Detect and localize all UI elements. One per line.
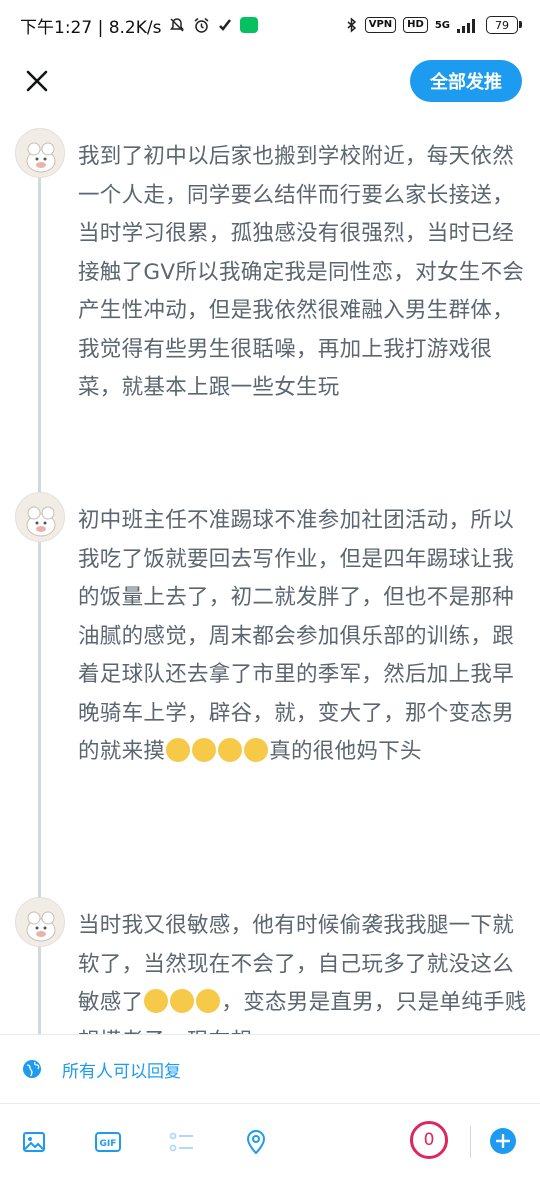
poll-icon: [169, 1132, 193, 1152]
compose-toolbar: GIF 0: [0, 1104, 540, 1180]
avatar: [15, 128, 65, 178]
grinning-sweat-emoji: [192, 738, 217, 762]
svg-text:GIF: GIF: [100, 1139, 117, 1149]
toolbar-divider: [470, 1126, 471, 1158]
vpn-indicator: VPN: [364, 17, 397, 33]
plus-icon: [496, 1134, 510, 1148]
tweet-2-text-part2: 真的很他妈下头: [269, 739, 422, 764]
alarm-icon: [193, 17, 210, 34]
grinning-sweat-emoji: [218, 738, 243, 762]
tweet-text-3[interactable]: 当时我又很敏感，他有时候偷袭我我腿一下就软了，当然现在不会了，自己玩多了就没这么…: [78, 907, 528, 1034]
close-icon: [26, 70, 48, 92]
status-time-speed: 下午1:27 | 8.2K/s: [20, 17, 162, 38]
compose-header: 全部发推: [0, 50, 540, 112]
tweet-2-text-part1: 初中班主任不准踢球不准参加社团活动，所以我吃了饭就要回去写作业，但是四年踢球让我…: [78, 508, 515, 764]
system-nav-area: [0, 1180, 540, 1200]
thread-composer: 我到了初中以后家也搬到学校附近，每天依然一个人走，同学要么结伴而行要么家长接送，…: [0, 112, 540, 1034]
thinking-emoji: [196, 989, 221, 1013]
grinning-sweat-emoji: [166, 738, 191, 762]
battery-indicator: 79: [486, 16, 522, 34]
check-tick-icon: [218, 18, 232, 32]
avatar: [15, 492, 65, 542]
add-image-button[interactable]: [20, 1128, 48, 1156]
wechat-icon: [240, 17, 259, 33]
status-left: 下午1:27 | 8.2K/s: [20, 13, 259, 38]
signal-icon: [457, 18, 479, 33]
reply-setting-label: 所有人可以回复: [62, 1061, 181, 1082]
add-poll-button[interactable]: [168, 1128, 196, 1156]
network-type: 5G: [434, 19, 450, 31]
hd-indicator: HD: [403, 17, 428, 33]
character-counter: 0: [410, 1121, 448, 1159]
add-tweet-button[interactable]: [490, 1128, 516, 1154]
add-gif-button[interactable]: GIF: [94, 1128, 122, 1156]
add-location-button[interactable]: [242, 1128, 270, 1156]
sad-sweat-emoji: [144, 989, 169, 1013]
status-bar: 下午1:27 | 8.2K/s VPN HD 5G 79: [0, 0, 540, 50]
status-right: VPN HD 5G 79: [346, 16, 522, 34]
avatar: [15, 897, 65, 947]
image-icon: [23, 1132, 45, 1152]
tweet-text-2[interactable]: 初中班主任不准踢球不准参加社团活动，所以我吃了饭就要回去写作业，但是四年踢球让我…: [78, 502, 528, 772]
notifications-off-icon: [169, 17, 185, 33]
thinking-emoji: [170, 989, 195, 1013]
gif-icon: GIF: [95, 1132, 121, 1152]
globe-icon: [23, 1060, 41, 1078]
tweet-text-1[interactable]: 我到了初中以后家也搬到学校附近，每天依然一个人走，同学要么结伴而行要么家长接送，…: [78, 138, 528, 408]
location-pin-icon: [246, 1129, 266, 1155]
bluetooth-icon: [346, 16, 358, 34]
reply-setting-bar[interactable]: 所有人可以回复: [0, 1034, 540, 1104]
grinning-sweat-emoji: [244, 738, 269, 762]
send-all-button[interactable]: 全部发推: [410, 60, 522, 102]
close-button[interactable]: [22, 66, 52, 96]
